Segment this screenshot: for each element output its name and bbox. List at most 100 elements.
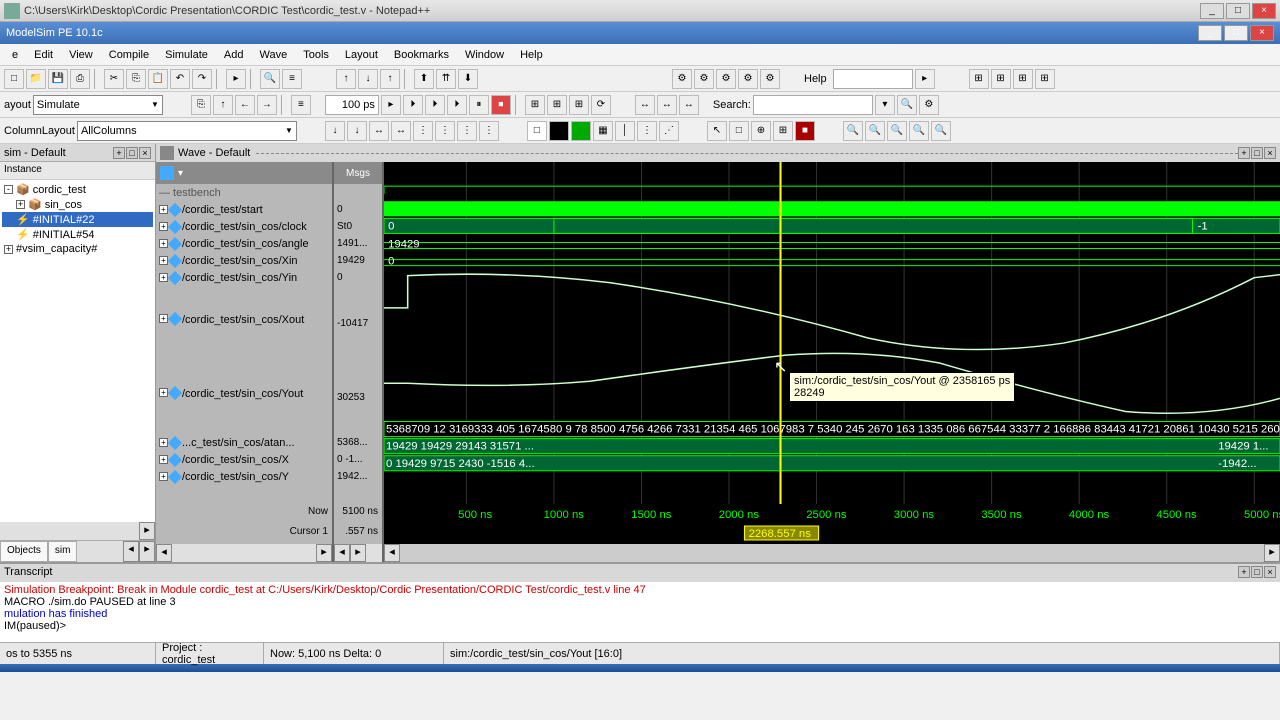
scroll-right-icon[interactable]: ▸ [350,544,366,562]
timeline[interactable]: 500 ns1000 ns 1500 ns2000 ns 2500 ns3000… [384,504,1280,544]
tool-icon[interactable]: ⚙ [738,69,758,89]
tool-icon[interactable]: ⋮ [435,121,455,141]
zoom-cursor-icon[interactable]: 🔍 [909,121,929,141]
time-input[interactable] [325,95,379,115]
tool-icon[interactable]: ⚙ [694,69,714,89]
menu-wave[interactable]: Wave [251,46,295,64]
toggle-icon[interactable]: + [4,245,13,254]
signal-name-row[interactable]: +/cordic_test/sin_cos/X [156,451,332,468]
hier-top-icon[interactable]: ⇈ [436,69,456,89]
wave-mode-icon[interactable]: ⋮ [637,121,657,141]
panel-close-icon[interactable]: × [139,147,151,159]
tool-icon[interactable]: ⎘ [191,95,211,115]
menu-view[interactable]: View [61,46,101,64]
menu-bookmarks[interactable]: Bookmarks [386,46,457,64]
continue-icon[interactable]: ⏵ [425,95,445,115]
step-out-icon[interactable]: ↑ [380,69,400,89]
tool-icon[interactable]: ⚙ [919,95,939,115]
wave-mode-icon[interactable]: ▦ [593,121,613,141]
scroll-left-icon[interactable]: ◂ [156,544,172,562]
signal-name-row[interactable]: +/cordic_test/sin_cos/Xin [156,252,332,269]
menu-window[interactable]: Window [457,46,512,64]
toggle-icon[interactable]: - [4,185,13,194]
help-go-icon[interactable]: ▸ [915,69,935,89]
colayout-combo[interactable]: AllColumns ▼ [77,121,297,141]
minimize-button[interactable]: _ [1200,3,1224,19]
waveform-area[interactable]: 0 -1 19429 0 5368709 12 3169333 405 1674… [384,162,1280,504]
tree-item[interactable]: -📦cordic_test [2,182,153,197]
panel-btn[interactable]: □ [1251,147,1263,159]
maximize-button[interactable]: □ [1224,25,1248,41]
wave-mode-icon[interactable] [571,121,591,141]
zoom-out-icon[interactable]: 🔍 [865,121,885,141]
layout-combo[interactable]: Simulate ▼ [33,95,163,115]
step-down-icon[interactable]: ↓ [358,69,378,89]
find-icon[interactable]: 🔍 [260,69,280,89]
panel-close-icon[interactable]: × [1264,147,1276,159]
tool-icon[interactable]: ⚙ [716,69,736,89]
redo-icon[interactable]: ↷ [192,69,212,89]
scroll-right-icon[interactable]: ▸ [316,544,332,562]
zoom-full-icon[interactable]: 🔍 [887,121,907,141]
scroll-left-icon[interactable]: ◂ [334,544,350,562]
tool-icon[interactable]: ⚙ [760,69,780,89]
signal-name-row[interactable]: +/cordic_test/sin_cos/Yin [156,269,332,286]
tool-icon[interactable]: ↔ [657,95,677,115]
step-up-icon[interactable]: ↑ [336,69,356,89]
close-button[interactable]: × [1250,25,1274,41]
panel-btn[interactable]: + [1238,147,1250,159]
tab-objects[interactable]: Objects [0,541,48,562]
copy-icon[interactable]: ⎘ [126,69,146,89]
signal-name-row[interactable]: +/cordic_test/sin_cos/Xout [156,286,332,360]
tool-icon[interactable]: ⋮ [413,121,433,141]
tool-icon[interactable]: ⊞ [525,95,545,115]
select-icon[interactable]: □ [729,121,749,141]
menu-layout[interactable]: Layout [337,46,386,64]
scroll-left-icon[interactable]: ◂ [384,544,400,562]
zoom-in-icon[interactable]: 🔍 [843,121,863,141]
tool-icon[interactable]: ↔ [635,95,655,115]
zoom-icon[interactable]: 🔍 [931,121,951,141]
tool-icon[interactable]: ≡ [291,95,311,115]
signal-name-row[interactable]: +/cordic_test/start [156,201,332,218]
menu-tools[interactable]: Tools [295,46,337,64]
hier-up-icon[interactable]: ⬆ [414,69,434,89]
tool-icon[interactable]: ⊞ [991,69,1011,89]
panel-btn[interactable]: + [113,147,125,159]
tree-item[interactable]: +#vsim_capacity# [2,242,153,256]
menu-help[interactable]: Help [512,46,551,64]
tool-icon[interactable]: ↔ [679,95,699,115]
left-scroll[interactable]: ▸ [0,522,155,540]
wave-mode-icon[interactable]: │ [615,121,635,141]
menu-add[interactable]: Add [216,46,252,64]
hier-down-icon[interactable]: ⬇ [458,69,478,89]
undo-icon[interactable]: ↶ [170,69,190,89]
run-all-icon[interactable]: ⏵ [403,95,423,115]
panel-close-icon[interactable]: × [1264,566,1276,578]
list-icon[interactable]: ≡ [282,69,302,89]
panel-btn[interactable]: + [1238,566,1250,578]
compile-icon[interactable]: ▸ [226,69,246,89]
new-icon[interactable]: □ [4,69,24,89]
tab-sim[interactable]: sim [48,541,78,562]
fwd-icon[interactable]: → [257,95,277,115]
menu-simulate[interactable]: Simulate [157,46,216,64]
search-go-icon[interactable]: ▾ [875,95,895,115]
panel-btn[interactable]: □ [1251,566,1263,578]
print-icon[interactable]: ⎙ [70,69,90,89]
tab-scroll-right[interactable]: ▸ [139,541,155,562]
tool-icon[interactable]: ↔ [369,121,389,141]
menu-file[interactable]: e [4,46,26,64]
tool-icon[interactable]: ⋮ [479,121,499,141]
back-icon[interactable]: ← [235,95,255,115]
tree-item[interactable]: +📦sin_cos [2,197,153,212]
stop-icon[interactable]: ⏹ [491,95,511,115]
transcript-body[interactable]: Simulation Breakpoint: Break in Module c… [0,582,1280,642]
scroll-track[interactable] [400,544,1264,562]
open-icon[interactable]: 📁 [26,69,46,89]
menu-edit[interactable]: Edit [26,46,61,64]
signal-name-row[interactable]: +/cordic_test/sin_cos/Y [156,468,332,485]
tool-icon[interactable]: ■ [795,121,815,141]
signal-name-row[interactable]: — testbench [156,184,332,201]
panel-btn[interactable]: □ [126,147,138,159]
